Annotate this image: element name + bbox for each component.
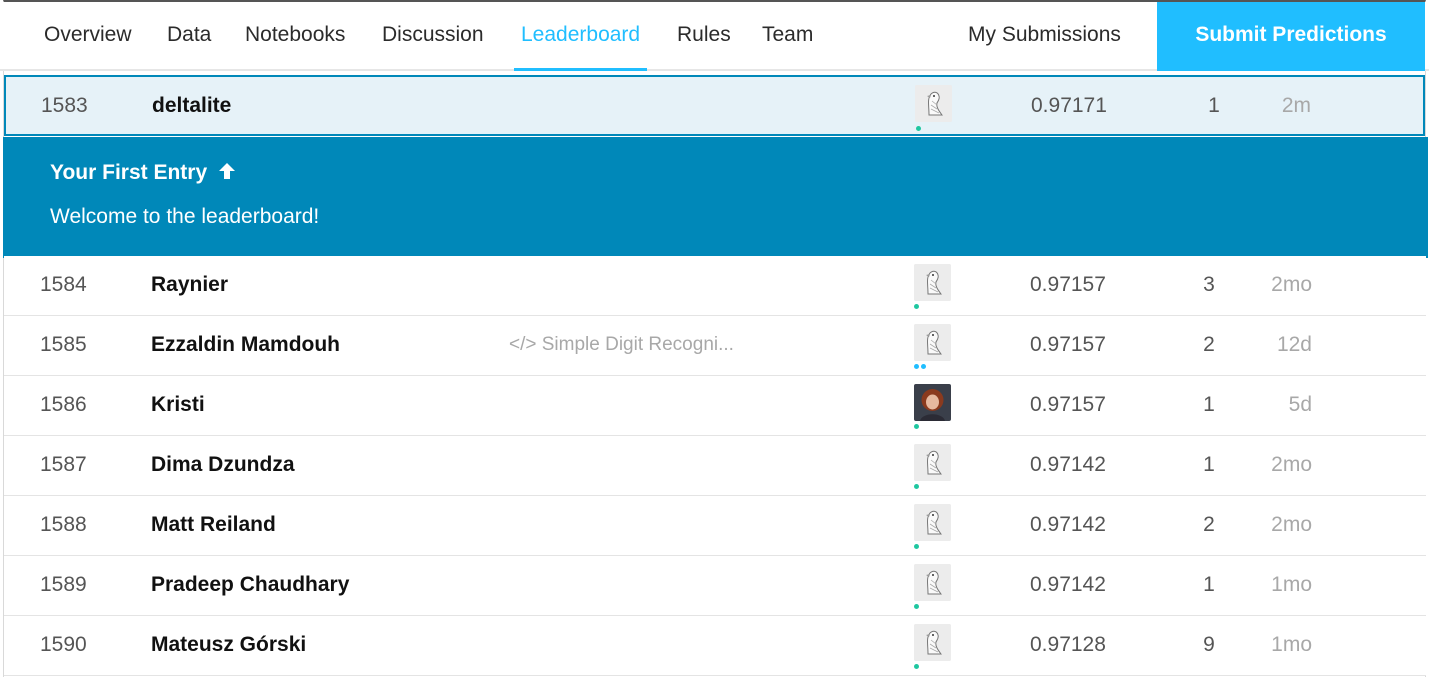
tier-dot [916,126,921,131]
leaderboard-row[interactable]: 1590 Mateusz Górski 0.97128 9 1mo [4,616,1426,676]
last-submission: 12d [1276,333,1312,356]
leaderboard-row[interactable]: 1587 Dima Dzundza 0.97142 1 2mo [4,436,1426,496]
team-name[interactable]: Mateusz Górski [151,616,306,674]
tab-data[interactable]: Data [167,2,211,71]
kernel-link[interactable]: </> Simple Digit Recogni... [509,316,734,374]
tier-dot [914,424,919,429]
leaderboard-row[interactable]: 1585 Ezzaldin Mamdouh </> Simple Digit R… [4,316,1426,376]
rank: 1590 [40,633,87,656]
goose-icon [914,264,951,301]
rank: 1583 [41,94,88,117]
tab-rules[interactable]: Rules [677,2,731,71]
score: 0.97171 [1031,94,1107,117]
entries: 1 [1203,393,1215,416]
leaderboard-row[interactable]: 1584 Raynier 0.97157 3 2mo [4,256,1426,316]
tier-dot [914,304,919,309]
team-name[interactable]: Matt Reiland [151,496,276,554]
entries: 9 [1203,633,1215,656]
goose-icon [914,564,951,601]
tier-dot [914,664,919,669]
leaderboard-row[interactable]: 1586 Kristi 0.97157 1 5d [4,376,1426,436]
score: 0.97142 [1030,573,1106,596]
entries: 1 [1203,453,1215,476]
submit-predictions-button[interactable]: Submit Predictions [1157,2,1425,71]
tier-dot [914,604,919,609]
avatar[interactable] [914,324,951,361]
rank: 1586 [40,393,87,416]
entries: 2 [1203,333,1215,356]
last-submission: 2mo [1271,513,1312,536]
tier-dot [914,484,919,489]
entries: 1 [1203,573,1215,596]
last-submission: 2mo [1271,453,1312,476]
avatar[interactable] [915,85,952,122]
arrow-up-icon [218,163,235,179]
my-submissions-link[interactable]: My Submissions [968,2,1121,71]
leaderboard-row[interactable]: 1588 Matt Reiland 0.97142 2 2mo [4,496,1426,556]
rank: 1589 [40,573,87,596]
goose-icon [914,324,951,361]
goose-icon [915,85,952,122]
goose-icon [914,504,951,541]
last-submission: 5d [1288,393,1312,416]
tier-dot [914,364,919,369]
entries: 1 [1208,94,1220,117]
score: 0.97142 [1030,513,1106,536]
last-submission: 2m [1281,94,1311,117]
team-name[interactable]: Raynier [151,256,228,314]
first-entry-banner: Your First Entry Welcome to the leaderbo… [3,137,1428,258]
avatar[interactable] [914,264,951,301]
rank: 1585 [40,333,87,356]
avatar[interactable] [914,384,951,421]
team-name[interactable]: Ezzaldin Mamdouh [151,316,340,374]
entries: 2 [1203,513,1215,536]
rank: 1588 [40,513,87,536]
score: 0.97128 [1030,633,1106,656]
tier-dot [921,364,926,369]
score: 0.97157 [1030,393,1106,416]
user-photo-icon [914,384,951,421]
last-submission: 1mo [1271,573,1312,596]
avatar[interactable] [914,504,951,541]
score: 0.97157 [1030,273,1106,296]
last-submission: 2mo [1271,273,1312,296]
tab-leaderboard[interactable]: Leaderboard [513,2,648,71]
tab-discussion[interactable]: Discussion [382,2,484,71]
avatar[interactable] [914,624,951,661]
tab-team[interactable]: Team [762,2,813,71]
goose-icon [914,444,951,481]
last-submission: 1mo [1271,633,1312,656]
rank: 1584 [40,273,87,296]
avatar[interactable] [914,564,951,601]
goose-icon [914,624,951,661]
banner-title-text: Your First Entry [50,161,208,184]
score: 0.97157 [1030,333,1106,356]
team-name[interactable]: Dima Dzundza [151,436,295,494]
tier-dot [914,544,919,549]
team-name[interactable]: Pradeep Chaudhary [151,556,349,614]
rank: 1587 [40,453,87,476]
leaderboard-row[interactable]: 1589 Pradeep Chaudhary 0.97142 1 1mo [4,556,1426,616]
banner-message: Welcome to the leaderboard! [50,205,320,228]
entries: 3 [1203,273,1215,296]
team-name[interactable]: deltalite [152,77,231,135]
tab-notebooks[interactable]: Notebooks [245,2,345,71]
current-user-row[interactable]: 1583 deltalite 0.97171 1 2m [4,75,1425,136]
score: 0.97142 [1030,453,1106,476]
team-name[interactable]: Kristi [151,376,205,434]
tab-overview[interactable]: Overview [44,2,132,71]
banner-title: Your First Entry [50,161,237,185]
avatar[interactable] [914,444,951,481]
competition-nav: Overview Data Notebooks Discussion Leade… [0,2,1429,71]
